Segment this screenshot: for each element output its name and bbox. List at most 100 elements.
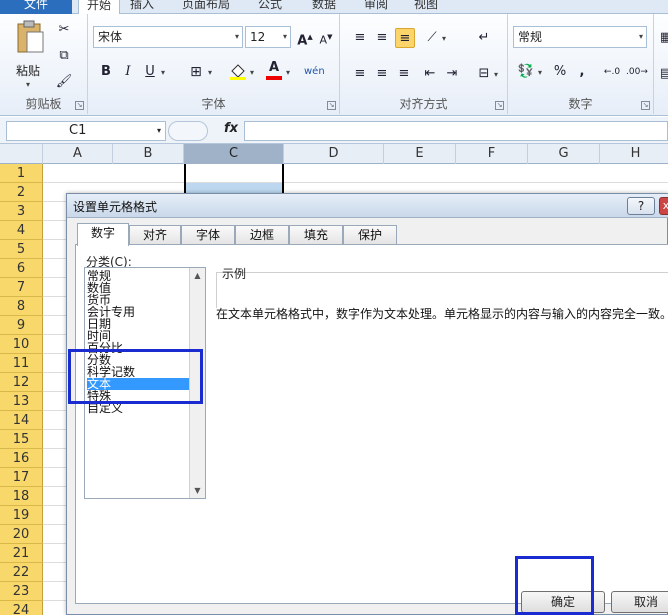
font-color-icon[interactable]: A <box>264 60 284 80</box>
align-right-icon[interactable]: ≡ <box>394 64 414 84</box>
row-header-1[interactable]: 1 <box>0 164 43 183</box>
tab-fill[interactable]: 填充 <box>289 225 343 245</box>
italic-button[interactable]: I <box>118 62 138 82</box>
row-header-22[interactable]: 22 <box>0 563 43 582</box>
insert-function-button[interactable]: fx <box>224 121 238 136</box>
bold-button[interactable]: B <box>96 62 116 82</box>
tab-page-layout[interactable]: 页面布局 <box>182 0 230 14</box>
row-header-14[interactable]: 14 <box>0 411 43 430</box>
tab-alignment[interactable]: 对齐 <box>129 225 181 245</box>
tab-data[interactable]: 数据 <box>312 0 336 14</box>
comma-style-icon[interactable]: , <box>572 62 592 82</box>
format-painter-icon[interactable]: 🖌 <box>54 72 74 92</box>
cut-icon[interactable]: ✂ <box>54 20 74 40</box>
row-header-12[interactable]: 12 <box>0 373 43 392</box>
shrink-font-icon[interactable]: A▼ <box>316 27 336 47</box>
column-header-h[interactable]: H <box>600 144 668 164</box>
column-header-c[interactable]: C <box>184 144 284 164</box>
tab-border[interactable]: 边框 <box>235 225 289 245</box>
align-center-icon[interactable]: ≡ <box>372 64 392 84</box>
border-dropdown-icon[interactable]: ▾ <box>208 68 212 77</box>
fill-color-icon[interactable] <box>228 62 248 82</box>
row-header-24[interactable]: 24 <box>0 601 43 615</box>
tab-formulas[interactable]: 公式 <box>258 0 282 14</box>
underline-button[interactable]: U <box>140 62 160 82</box>
merge-center-icon[interactable]: ⊟ <box>474 64 494 84</box>
paste-dropdown-arrow[interactable]: ▾ <box>26 80 30 89</box>
tab-review[interactable]: 审阅 <box>364 0 388 14</box>
row-header-15[interactable]: 15 <box>0 430 43 449</box>
row-header-10[interactable]: 10 <box>0 335 43 354</box>
row-header-3[interactable]: 3 <box>0 202 43 221</box>
clipboard-launcher-icon[interactable]: ↘ <box>75 101 84 110</box>
align-middle-icon[interactable]: ≡ <box>372 28 392 48</box>
help-button[interactable]: ? <box>627 197 655 215</box>
name-box[interactable]: C1 ▾ <box>6 121 166 141</box>
wrap-text-icon[interactable]: ↵ <box>474 28 494 48</box>
cell-styles-icon[interactable]: ▤ <box>656 64 668 84</box>
tab-file[interactable]: 文件 <box>0 0 72 14</box>
column-header-g[interactable]: G <box>528 144 600 164</box>
column-header-d[interactable]: D <box>284 144 384 164</box>
tab-home[interactable]: 开始 <box>78 0 120 14</box>
align-left-icon[interactable]: ≡ <box>350 64 370 84</box>
align-top-icon[interactable]: ≡ <box>350 28 370 48</box>
row-header-4[interactable]: 4 <box>0 221 43 240</box>
row-header-7[interactable]: 7 <box>0 278 43 297</box>
percent-icon[interactable]: % <box>550 62 570 82</box>
row-header-6[interactable]: 6 <box>0 259 43 278</box>
decrease-indent-icon[interactable]: ⇤ <box>420 64 440 84</box>
underline-dropdown-icon[interactable]: ▾ <box>161 68 165 77</box>
row-header-17[interactable]: 17 <box>0 468 43 487</box>
decrease-decimal-icon[interactable]: .00→ <box>626 62 648 82</box>
row-header-18[interactable]: 18 <box>0 487 43 506</box>
orientation-dropdown-icon[interactable]: ▾ <box>442 34 446 43</box>
tab-font[interactable]: 字体 <box>181 225 235 245</box>
tab-protection[interactable]: 保护 <box>343 225 397 245</box>
row-header-16[interactable]: 16 <box>0 449 43 468</box>
column-header-b[interactable]: B <box>113 144 184 164</box>
fill-color-dropdown-icon[interactable]: ▾ <box>250 68 254 77</box>
align-bottom-icon[interactable]: ≡ <box>395 28 415 48</box>
selected-cell[interactable] <box>184 164 284 194</box>
alignment-launcher-icon[interactable]: ↘ <box>495 101 504 110</box>
row-header-2[interactable]: 2 <box>0 183 43 202</box>
increase-indent-icon[interactable]: ⇥ <box>442 64 462 84</box>
column-header-f[interactable]: F <box>456 144 528 164</box>
styles-icon[interactable]: ▦ <box>656 28 668 48</box>
row-header-19[interactable]: 19 <box>0 506 43 525</box>
scroll-down-icon[interactable]: ▼ <box>190 483 205 498</box>
font-launcher-icon[interactable]: ↘ <box>327 101 336 110</box>
row-header-23[interactable]: 23 <box>0 582 43 601</box>
column-header-a[interactable]: A <box>43 144 113 164</box>
increase-decimal-icon[interactable]: ←.0 <box>602 62 622 82</box>
font-color-dropdown-icon[interactable]: ▾ <box>286 68 290 77</box>
select-all-button[interactable] <box>0 144 43 164</box>
tab-number[interactable]: 数字 <box>77 223 129 246</box>
accounting-dropdown-icon[interactable]: ▾ <box>538 68 542 77</box>
row-header-21[interactable]: 21 <box>0 544 43 563</box>
row-header-8[interactable]: 8 <box>0 297 43 316</box>
merge-dropdown-icon[interactable]: ▾ <box>494 70 498 79</box>
paste-button[interactable]: 粘贴 ▾ <box>12 20 48 90</box>
grow-font-icon[interactable]: A▲ <box>295 27 315 48</box>
border-icon[interactable]: ⊞ <box>186 62 206 82</box>
row-header-20[interactable]: 20 <box>0 525 43 544</box>
accounting-format-icon[interactable]: 💱 <box>516 62 536 82</box>
row-header-13[interactable]: 13 <box>0 392 43 411</box>
tab-view[interactable]: 视图 <box>414 0 438 14</box>
row-header-5[interactable]: 5 <box>0 240 43 259</box>
tab-insert[interactable]: 插入 <box>130 0 154 14</box>
orientation-icon[interactable]: ⟋ <box>422 28 442 48</box>
formula-input[interactable] <box>244 121 668 141</box>
scroll-up-icon[interactable]: ▲ <box>190 268 205 283</box>
copy-icon[interactable]: ⧉ <box>54 46 74 66</box>
cancel-button[interactable]: 取消 <box>611 591 668 613</box>
number-launcher-icon[interactable]: ↘ <box>641 101 650 110</box>
close-button[interactable]: x <box>659 197 668 215</box>
phonetic-icon[interactable]: wén <box>304 62 325 82</box>
font-name-combo[interactable]: 宋体 ▾ <box>93 26 243 48</box>
column-header-e[interactable]: E <box>384 144 456 164</box>
row-header-9[interactable]: 9 <box>0 316 43 335</box>
font-size-combo[interactable]: 12 ▾ <box>245 26 291 48</box>
